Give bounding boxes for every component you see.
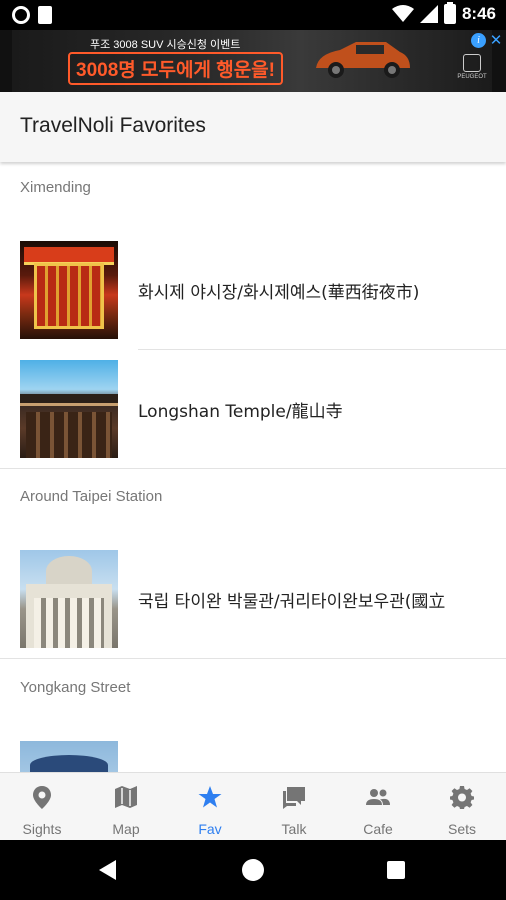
status-time: 8:46 <box>461 4 496 23</box>
car-image <box>316 42 410 78</box>
nav-item-map[interactable]: Map <box>84 773 168 841</box>
notification-icon <box>12 6 30 24</box>
place-title: Longshan Temple/龍山寺 <box>138 402 343 422</box>
favorites-list[interactable]: Ximending 화시제 야시장/화시제예스(華西街夜市) Longshan … <box>0 162 506 772</box>
nav-label-sets: Sets <box>447 821 476 837</box>
ad-slogan: 3008명 모두에게 행운을! <box>68 52 283 85</box>
place-thumbnail <box>20 741 118 772</box>
wifi-icon <box>391 5 414 22</box>
brand-name: PEUGEOT <box>457 74 487 80</box>
section-divider <box>0 658 506 659</box>
brand-logo: PEUGEOT <box>452 54 492 80</box>
nav-label-cafe: Cafe <box>363 821 393 837</box>
section-header-ximending: Ximending <box>20 179 91 196</box>
lion-logo-icon <box>463 54 481 72</box>
back-icon[interactable] <box>96 858 120 882</box>
home-icon[interactable] <box>242 859 264 881</box>
list-item[interactable]: 화시제 야시장/화시제예스(華西街夜市) <box>0 240 506 340</box>
signal-icon <box>419 5 438 23</box>
status-bar: 8:46 <box>0 0 506 30</box>
status-right: 8:46 <box>391 2 496 24</box>
gear-icon <box>450 786 474 809</box>
section-header-yongkang-street: Yongkang Street <box>20 679 131 696</box>
status-left <box>12 6 52 24</box>
ad-banner[interactable]: 푸조 3008 SUV 시승신청 이벤트 3008명 모두에게 행운을! PEU… <box>0 30 506 92</box>
nav-label-talk: Talk <box>281 821 307 837</box>
place-title: 화시제 야시장/화시제예스(華西街夜市) <box>138 283 420 303</box>
section-header-around-taipei-station: Around Taipei Station <box>20 488 163 505</box>
place-thumbnail <box>20 550 118 648</box>
thumbnail-dome <box>46 556 92 586</box>
sd-card-icon <box>38 6 52 24</box>
thumbnail-gate <box>34 263 104 329</box>
place-thumbnail <box>20 360 118 458</box>
nav-label-fav: Fav <box>198 821 222 837</box>
recent-apps-icon[interactable] <box>387 861 405 879</box>
section-divider <box>0 468 506 469</box>
thumbnail-eave <box>20 394 118 406</box>
nav-item-talk[interactable]: Talk <box>252 773 336 841</box>
app-bar: TravelNoli Favorites <box>0 92 506 162</box>
list-item[interactable]: 국립 타이완 박물관/궈리타이완보우관(國立 <box>0 549 506 649</box>
chat-icon <box>283 787 305 809</box>
people-icon <box>366 789 390 805</box>
bottom-navigation: Sights Map Fav Talk Cafe Sets <box>0 772 506 840</box>
star-icon <box>198 786 222 808</box>
info-icon[interactable]: i <box>471 33 486 48</box>
thumbnail-pillars <box>26 412 112 458</box>
location-pin-icon <box>33 786 51 809</box>
place-thumbnail <box>20 241 118 339</box>
nav-item-sights[interactable]: Sights <box>0 773 84 841</box>
system-navigation-bar <box>0 840 506 900</box>
nav-item-cafe[interactable]: Cafe <box>336 773 420 841</box>
close-icon[interactable]: ✕ <box>488 32 504 48</box>
nav-label-map: Map <box>112 821 140 837</box>
map-icon <box>115 786 137 808</box>
nav-label-sights: Sights <box>22 821 62 837</box>
list-item[interactable]: Longshan Temple/龍山寺 <box>0 359 506 459</box>
ad-creative[interactable]: 푸조 3008 SUV 시승신청 이벤트 3008명 모두에게 행운을! PEU… <box>12 30 492 92</box>
page-title: TravelNoli Favorites <box>20 114 206 137</box>
place-title: 국립 타이완 박물관/궈리타이완보우관(國立 <box>138 592 446 612</box>
thumbnail-columns <box>34 598 104 648</box>
divider <box>138 349 506 350</box>
battery-icon <box>443 2 456 24</box>
ad-headline: 푸조 3008 SUV 시승신청 이벤트 <box>90 39 241 51</box>
list-item[interactable] <box>0 740 506 772</box>
nav-item-sets[interactable]: Sets <box>420 773 504 841</box>
nav-item-fav[interactable]: Fav <box>168 773 252 841</box>
thumbnail-roof <box>30 755 108 772</box>
